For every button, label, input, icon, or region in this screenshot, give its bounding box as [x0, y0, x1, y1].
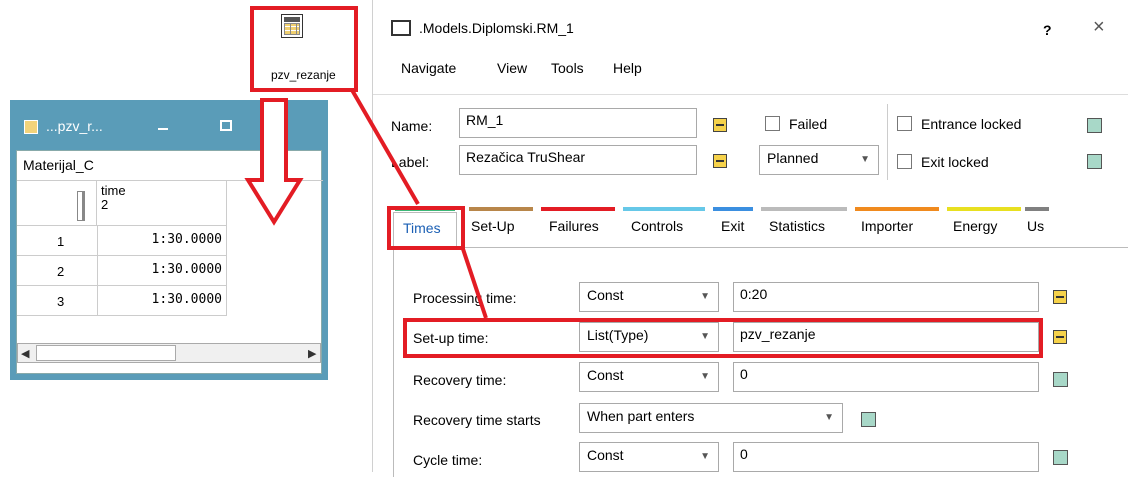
connector-line [460, 245, 488, 319]
annotation-arrows [244, 88, 488, 319]
hollow-arrow [244, 98, 304, 226]
connector-line [350, 88, 420, 206]
